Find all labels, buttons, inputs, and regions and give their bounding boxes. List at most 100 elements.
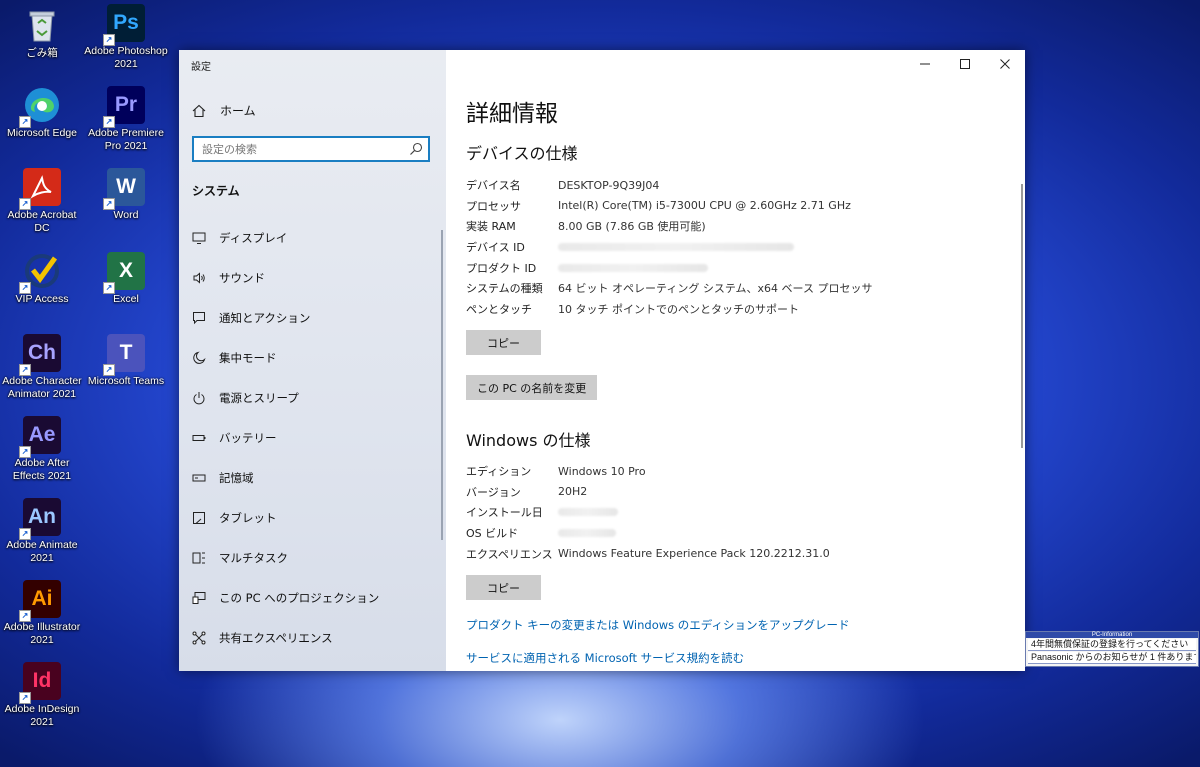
copy-windows-spec-button[interactable]: コピー bbox=[466, 575, 541, 600]
desktop-icon[interactable]: Ch ↗ Adobe Character Animator 2021 bbox=[0, 334, 84, 401]
desktop-icon[interactable]: Ae ↗ Adobe After Effects 2021 bbox=[0, 416, 84, 483]
sidebar-item-label: サウンド bbox=[219, 271, 265, 285]
minimize-icon bbox=[920, 63, 930, 65]
copy-device-spec-button[interactable]: コピー bbox=[466, 330, 541, 355]
photoshop-icon: Ps ↗ bbox=[103, 4, 145, 46]
spec-value[interactable]: 20H2 bbox=[558, 485, 587, 498]
widget-line[interactable]: 4年間無償保証の登録を行ってください bbox=[1028, 639, 1196, 651]
windows-spec-heading: Windows の仕様 bbox=[466, 431, 591, 450]
word-icon: W ↗ bbox=[103, 168, 145, 210]
sidebar-item-display[interactable]: ディスプレイ bbox=[179, 218, 446, 258]
desktop-icon-label: VIP Access bbox=[15, 293, 69, 305]
spec-row: エディション Windows 10 Pro bbox=[466, 461, 1006, 482]
sidebar-nav: ディスプレイ サウンド 通知とアクション 集中モード 電源とスリープ バッテリー bbox=[179, 218, 446, 658]
spec-key: プロセッサ bbox=[466, 199, 521, 213]
sidebar-item-focus[interactable]: 集中モード bbox=[179, 338, 446, 378]
desktop-icon[interactable]: ↗ Adobe Acrobat DC bbox=[0, 168, 84, 235]
search-input[interactable] bbox=[194, 138, 402, 161]
spec-key: エディション bbox=[466, 465, 532, 479]
sidebar-item-power[interactable]: 電源とスリープ bbox=[179, 378, 446, 418]
teams-icon: T ↗ bbox=[103, 334, 145, 376]
rename-pc-button[interactable]: この PC の名前を変更 bbox=[466, 375, 598, 400]
spec-value[interactable]: 10 タッチ ポイントでのペンとタッチのサポート bbox=[558, 301, 799, 317]
settings-content: 詳細情報 デバイスの仕様 デバイス名 DESKTOP-9Q39J04 プロセッサ I… bbox=[446, 50, 1025, 671]
sidebar-item-battery[interactable]: バッテリー bbox=[179, 418, 446, 458]
spec-row: システムの種類 64 ビット オペレーティング システム、x64 ベース プロセッ… bbox=[466, 278, 1006, 299]
desktop-icon[interactable]: ↗ VIP Access bbox=[0, 252, 84, 306]
spec-key: バージョン bbox=[466, 485, 521, 499]
widget-title: PC-Information bbox=[1026, 632, 1198, 638]
spec-row: バージョン 20H2 bbox=[466, 482, 1006, 503]
sidebar-item-label: ディスプレイ bbox=[219, 231, 288, 245]
sidebar-item-label: 電源とスリープ bbox=[219, 391, 299, 405]
spec-row: エクスペリエンス Windows Feature Experience Pack … bbox=[466, 543, 1006, 564]
pc-information-widget[interactable]: PC-Information 4年間無償保証の登録を行ってください Panaso… bbox=[1025, 631, 1199, 667]
spec-value[interactable]: 8.00 GB (7.86 GB 使用可能) bbox=[558, 218, 706, 234]
sidebar-item-home[interactable]: ホーム bbox=[192, 102, 256, 119]
maximize-icon bbox=[960, 59, 970, 69]
minimize-button[interactable] bbox=[905, 50, 945, 78]
vip-access-icon: ↗ bbox=[19, 252, 61, 294]
sidebar-item-shared-experiences[interactable]: 共有エクスペリエンス bbox=[179, 618, 446, 658]
multitask-icon bbox=[192, 552, 205, 564]
sidebar-section-title: システム bbox=[192, 184, 240, 198]
storage-icon bbox=[192, 474, 206, 482]
premiere-pro-icon: Pr ↗ bbox=[103, 86, 145, 128]
sidebar-item-label: タブレット bbox=[219, 511, 277, 525]
spec-key: 実装 RAM bbox=[466, 220, 516, 234]
spec-row: プロセッサ Intel(R) Core(TM) i5-7300U CPU @ 2.… bbox=[466, 196, 1006, 217]
indesign-icon: Id ↗ bbox=[19, 662, 61, 704]
settings-search[interactable] bbox=[192, 136, 430, 162]
desktop-icon[interactable]: Pr ↗ Adobe Premiere Pro 2021 bbox=[84, 86, 168, 153]
desktop-icon[interactable]: ごみ箱 bbox=[0, 6, 84, 60]
spec-value[interactable]: Windows Feature Experience Pack 120.2212… bbox=[558, 547, 830, 560]
desktop-icon-label: Adobe Acrobat DC bbox=[7, 209, 77, 234]
animate-icon: An ↗ bbox=[19, 498, 61, 540]
spec-row: インストール日 bbox=[466, 502, 1006, 523]
desktop-icon-label: Adobe Premiere Pro 2021 bbox=[88, 127, 164, 152]
desktop-icon[interactable]: ↗ Microsoft Edge bbox=[0, 86, 84, 140]
spec-key: インストール日 bbox=[466, 506, 543, 520]
spec-value[interactable]: DESKTOP-9Q39J04 bbox=[558, 179, 659, 192]
desktop-icon[interactable]: X ↗ Excel bbox=[84, 252, 168, 306]
windows-spec-table: エディション Windows 10 Pro バージョン 20H2 インストール日 O… bbox=[466, 461, 1006, 564]
sidebar-item-notifications[interactable]: 通知とアクション bbox=[179, 298, 446, 338]
search-icon[interactable] bbox=[409, 142, 423, 156]
excel-icon: X ↗ bbox=[103, 252, 145, 294]
sidebar-item-projection[interactable]: この PC へのプロジェクション bbox=[179, 578, 446, 618]
shared-experience-icon bbox=[192, 631, 206, 645]
after-effects-icon: Ae ↗ bbox=[19, 416, 61, 458]
close-button[interactable] bbox=[985, 50, 1025, 78]
content-scrollbar[interactable] bbox=[1021, 184, 1023, 448]
spec-value[interactable]: Windows 10 Pro bbox=[558, 465, 646, 478]
edge-icon: ↗ bbox=[19, 86, 61, 128]
sidebar-item-multitasking[interactable]: マルチタスク bbox=[179, 538, 446, 578]
service-terms-link[interactable]: サービスに適用される Microsoft サービス規約を読む bbox=[466, 650, 744, 666]
spec-key: プロダクト ID bbox=[466, 261, 537, 275]
spec-row: ペンとタッチ 10 タッチ ポイントでのペンとタッチのサポート bbox=[466, 299, 1006, 320]
desktop-icon[interactable]: Ai ↗ Adobe Illustrator 2021 bbox=[0, 580, 84, 647]
desktop-icon-label: Microsoft Teams bbox=[87, 375, 165, 387]
spec-value[interactable]: 64 ビット オペレーティング システム、x64 ベース プロセッサ bbox=[558, 280, 872, 296]
spec-key: OS ビルド bbox=[466, 527, 519, 541]
spec-value[interactable]: Intel(R) Core(TM) i5-7300U CPU @ 2.60GHz… bbox=[558, 199, 851, 212]
close-icon bbox=[1000, 59, 1010, 69]
device-spec-table: デバイス名 DESKTOP-9Q39J04 プロセッサ Intel(R) Core(… bbox=[466, 175, 1006, 319]
window-controls bbox=[905, 50, 1025, 78]
desktop-icon[interactable]: W ↗ Word bbox=[84, 168, 168, 222]
desktop-icon[interactable]: Ps ↗ Adobe Photoshop 2021 bbox=[84, 4, 168, 71]
desktop-icon-label: Adobe Character Animator 2021 bbox=[2, 375, 82, 400]
sidebar-item-sound[interactable]: サウンド bbox=[179, 258, 446, 298]
product-key-link[interactable]: プロダクト キーの変更または Windows のエディションをアップグレード bbox=[466, 617, 850, 633]
sidebar-item-storage[interactable]: 記憶域 bbox=[179, 458, 446, 498]
desktop-icon[interactable]: Id ↗ Adobe InDesign 2021 bbox=[0, 662, 84, 729]
widget-line[interactable]: Panasonic からのお知らせが 1 件あります bbox=[1028, 652, 1196, 664]
maximize-button[interactable] bbox=[945, 50, 985, 78]
illustrator-icon: Ai ↗ bbox=[19, 580, 61, 622]
character-animator-icon: Ch ↗ bbox=[19, 334, 61, 376]
desktop-icon[interactable]: T ↗ Microsoft Teams bbox=[84, 334, 168, 388]
desktop-icon[interactable]: An ↗ Adobe Animate 2021 bbox=[0, 498, 84, 565]
desktop-icon-label: Excel bbox=[113, 293, 139, 305]
sidebar-scrollbar[interactable] bbox=[441, 230, 443, 540]
sidebar-item-tablet[interactable]: タブレット bbox=[179, 498, 446, 538]
